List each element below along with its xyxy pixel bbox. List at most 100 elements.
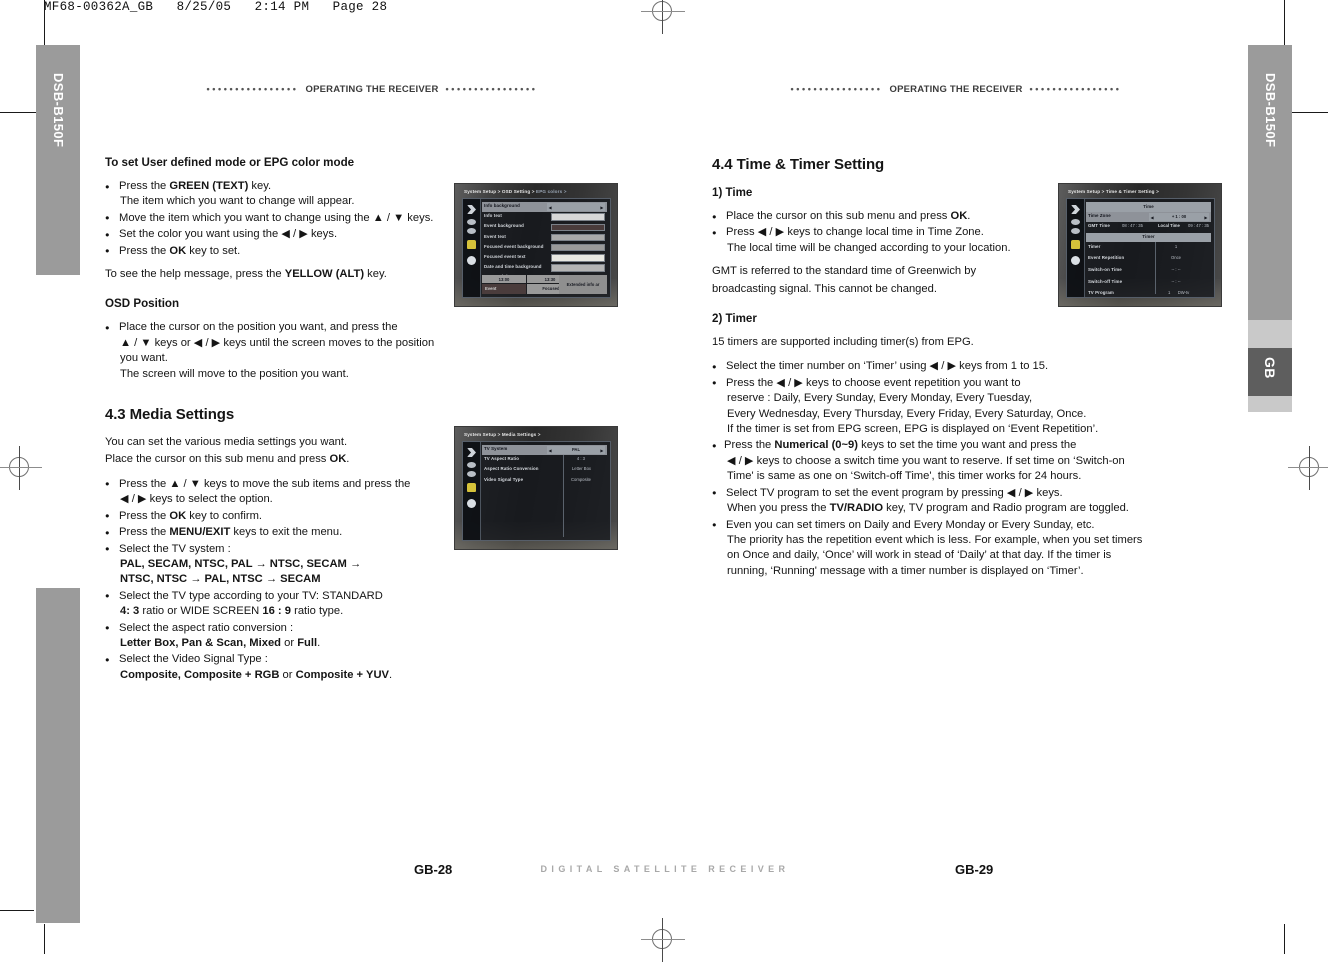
osd-row-video-signal-type[interactable]: Video Signal Type Composite [482, 476, 607, 486]
side-tab-model-left-label: DSB-B150F [51, 73, 66, 148]
osd-row-event-repetition[interactable]: Event Repetition Once [1086, 254, 1211, 265]
color-swatch[interactable] [551, 264, 605, 272]
osd-row-tv-program[interactable]: TV Program 1 DW-tv [1086, 289, 1211, 300]
list-item: Press the OK key to set. [105, 243, 455, 259]
osd-value-selector[interactable]: ◀ PAL ▶ [547, 446, 605, 454]
osd-row-time-zone[interactable]: Time Zone ◀ + 1 : 00 ▶ [1086, 212, 1211, 222]
osd-row-label: Focused event text [484, 253, 526, 259]
bullet-list-media-settings: Press the ▲ / ▼ keys to move the sub ite… [105, 476, 455, 683]
media-b2-lead: Press the [119, 526, 170, 539]
osd-row-event-text[interactable]: Event text [482, 233, 607, 243]
osd-row-value: 1 [1174, 243, 1178, 249]
osd-row-label: Switch-on Time [1088, 266, 1122, 272]
time-b0-lead: Place the cursor on this sub menu and pr… [726, 210, 951, 222]
chevron-right-icon: ▶ [1204, 214, 1208, 220]
media-b3-line3: NTSC, NTSC → PAL, NTSC → SECAM [120, 573, 321, 586]
timer-b2-bold: Numerical (0~9) [774, 439, 859, 452]
osd-row-info-text[interactable]: Info text [482, 212, 607, 222]
media-b6-b1: Composite, Composite + RGB [120, 668, 280, 681]
osd-row-label: Info background [484, 203, 520, 208]
media-b5-b1: Letter Box, Pan & Scan, Mixed [120, 636, 282, 649]
timer-b1-line4: If the timer is set from EPG screen, EPG… [727, 423, 1099, 436]
osd-row-focused-event-background[interactable]: Focused event background [482, 243, 607, 253]
color-swatch[interactable] [551, 254, 605, 262]
media-b4-t1: ratio or WIDE SCREEN [139, 605, 263, 618]
media-b6-b2: Composite + YUV [295, 668, 389, 681]
media-b3-line2: PAL, SECAM, NTSC, PAL → NTSC, SECAM → [120, 557, 362, 570]
time-b1-lead: Press ◀ / ▶ keys to change local time in… [726, 226, 984, 239]
media-b5-line1: Select the aspect ratio conversion : [119, 621, 294, 634]
osd-row-label: Focused event background [484, 243, 544, 249]
registration-mark-right [1288, 446, 1328, 490]
reg-hline [0, 467, 42, 468]
osd-row-tv-aspect-ratio[interactable]: TV Aspect Ratio 4 : 3 [482, 455, 607, 465]
lock-icon [467, 483, 476, 492]
osd-panel: TV System ◀ PAL ▶ TV Aspect Ratio 4 : 3 … [462, 441, 611, 541]
osd-row-value: -- : -- [1171, 266, 1181, 272]
bullet-lead: Move the item which you want to change u… [119, 211, 434, 224]
osd-row-info-background[interactable]: Info background ◀ ▶ [482, 202, 607, 212]
media-b3-line1: Select the TV system : [119, 542, 231, 555]
media-b6-line2: Composite, Composite + RGB or Composite … [119, 668, 455, 683]
media-b0-line1: Press the ▲ / ▼ keys to move the sub ite… [119, 477, 411, 490]
list-item: Select TV program to set the event progr… [712, 485, 1177, 517]
media-b2-bold: MENU/EXIT [169, 526, 231, 539]
media-intro-tail: . [346, 453, 350, 466]
osd-row-value: + 1 : 00 [1171, 214, 1187, 220]
footer-strapline: DIGITAL SATELLITE RECEIVER [540, 864, 790, 874]
reg-vline [1309, 446, 1310, 490]
bullet-lead: Press the [119, 180, 170, 192]
folio-right: GB-29 [955, 862, 994, 877]
osd-screenshot-epg-colors: System Setup > OSD Setting > EPG colors … [454, 183, 618, 307]
heading-user-defined-mode: To set User defined mode or EPG color mo… [105, 156, 355, 169]
antenna-icon [467, 448, 476, 457]
color-swatch[interactable] [551, 243, 605, 252]
timer-b0-line1: Select the timer number on ‘Timer’ using… [726, 360, 1049, 373]
timer-b2-line2: ◀ / ▶ keys to choose a switch time you w… [727, 454, 1125, 467]
color-swatch[interactable] [551, 233, 605, 242]
osd-row-value: Letter Box [571, 466, 591, 472]
crop-line-bottom-left-v [44, 924, 45, 954]
color-swatch[interactable] [551, 213, 605, 221]
list-item: Press the GREEN (TEXT) key. The item whi… [105, 179, 455, 210]
side-tab-model-right: DSB-B150F [1248, 45, 1292, 320]
channel-icon [467, 462, 476, 468]
osd-row-switch-on-time[interactable]: Switch-on Time -- : -- [1086, 266, 1211, 277]
osd-row-label: Switch-off Time [1088, 278, 1123, 284]
list-icon [1071, 228, 1080, 234]
timer-b4-line4: running, ‘Running' message with a timer … [727, 564, 1084, 577]
list-item: Press the OK key to confirm. [105, 508, 455, 524]
running-head-text-right: OPERATING THE RECEIVER [889, 84, 1023, 95]
osd-row-list: Time Time Zone ◀ + 1 : 00 ▶ GMT Time 08 … [1086, 202, 1211, 301]
osd-row-focused-event-text[interactable]: Focused event text [482, 253, 607, 263]
list-item: Place the cursor on the position you wan… [105, 320, 455, 382]
osd-row-tv-system[interactable]: TV System ◀ PAL ▶ [482, 445, 607, 455]
osd-breadcrumb-dim: EPG colors > [534, 189, 567, 194]
timer-b2-lead: Press the [724, 439, 775, 452]
osd-section-header-timer: Timer [1086, 232, 1211, 243]
list-item: Even you can set timers on Daily and Eve… [712, 517, 1177, 580]
reg-hline [1288, 467, 1328, 468]
settings-gear-icon [467, 499, 476, 508]
osd-row-event-background[interactable]: Event background [482, 222, 607, 232]
osd-row-switch-off-time[interactable]: Switch-off Time -- : -- [1086, 278, 1211, 289]
crop-line-bottom-h [0, 910, 34, 911]
timer-b3-line1: Select TV program to set the event progr… [726, 486, 1063, 499]
osd-row-date-time-background[interactable]: Date and time background [482, 263, 607, 273]
time-b0-bold: OK [950, 210, 968, 222]
help-message-note: To see the help message, press the YELLO… [105, 267, 455, 282]
osd-row-timer-number[interactable]: Timer 1 [1086, 243, 1211, 254]
running-head-left: •••••••••••••••• OPERATING THE RECEIVER ••… [80, 84, 664, 95]
time-b0-tail: . [967, 210, 971, 222]
osd-value-selector[interactable]: ◀ ▶ [547, 203, 605, 211]
osd-row-aspect-ratio-conversion[interactable]: Aspect Ratio Conversion Letter Box [482, 465, 607, 475]
osd-icon-bar [463, 442, 481, 540]
osd-screenshot-media-settings: System Setup > Media Settings > TV Syste… [454, 426, 618, 550]
timer-b4-line2: The priority has the repetition event wh… [727, 533, 1143, 546]
media-b1-lead: Press the [119, 509, 170, 522]
settings-gear-icon [467, 256, 476, 265]
timer-intro: 15 timers are supported including timer(… [712, 336, 974, 349]
color-swatch[interactable] [551, 223, 605, 231]
osd-row-value: DW-tv [1177, 290, 1190, 296]
osd-value-selector[interactable]: ◀ + 1 : 00 ▶ [1149, 213, 1209, 221]
